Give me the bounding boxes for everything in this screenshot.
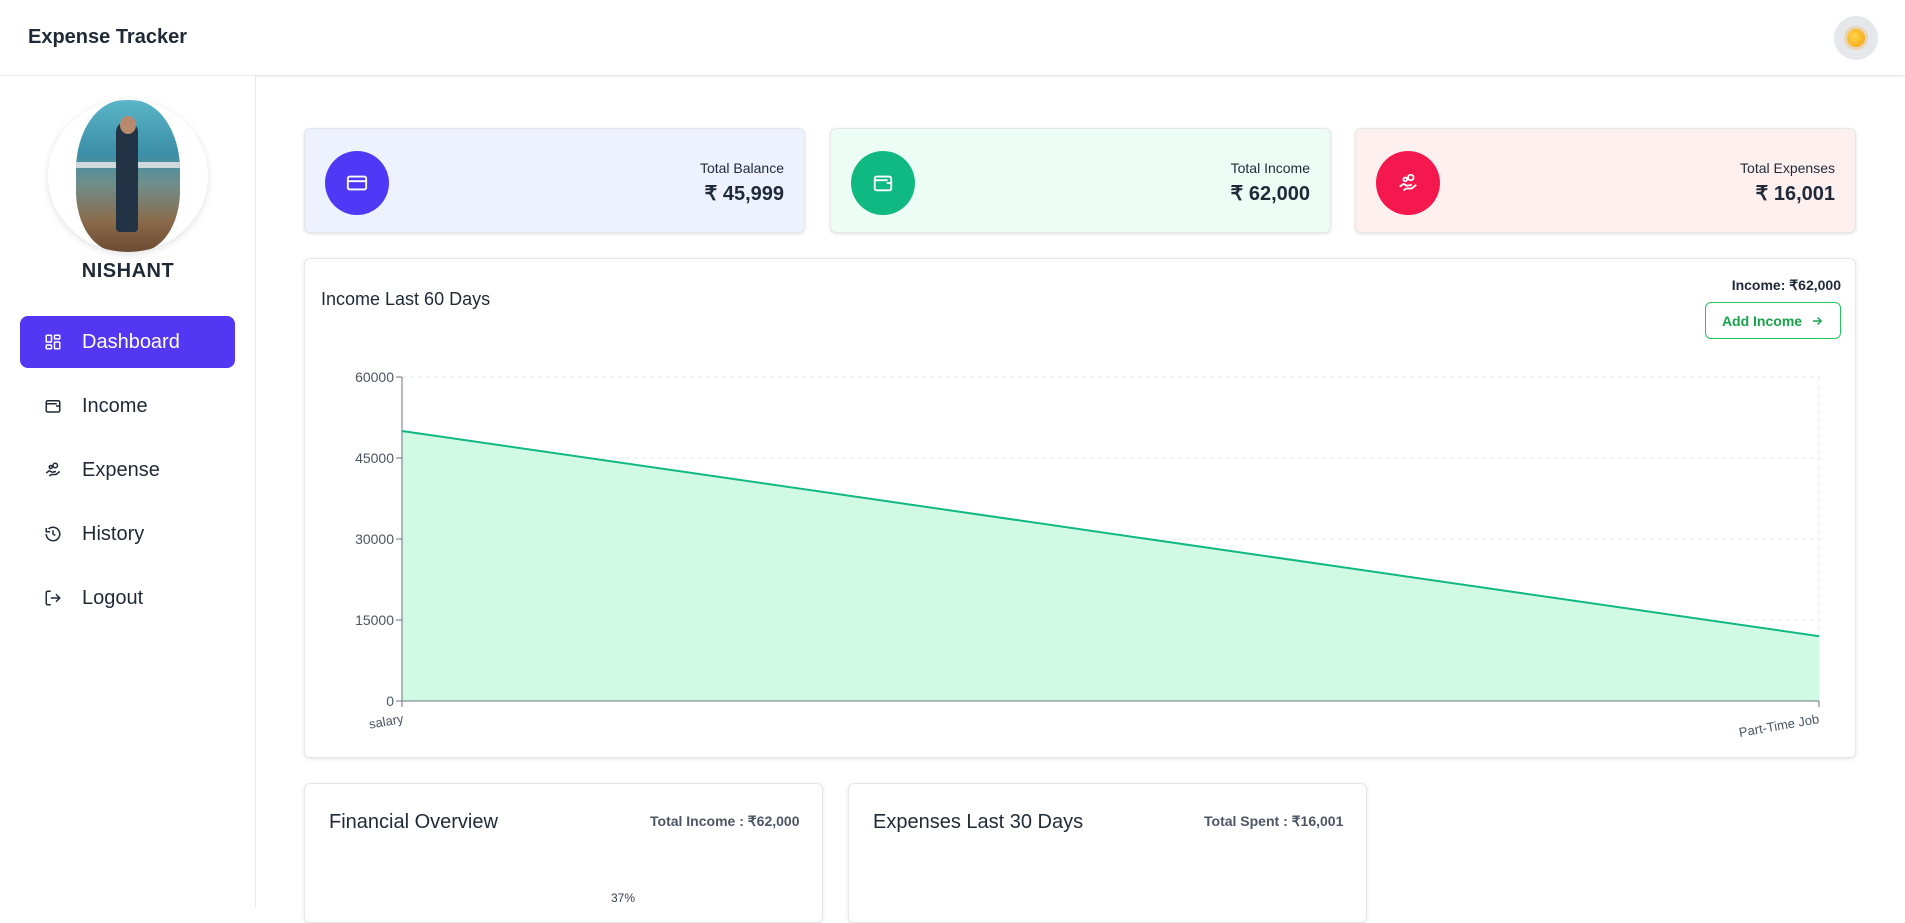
stat-value: ₹ 16,001 <box>1755 183 1835 205</box>
sidebar-item-label: History <box>82 522 145 545</box>
avatar-photo-person <box>116 122 138 232</box>
financial-overview-total: Total Income : ₹62,000 <box>650 813 800 829</box>
total-income-card: Total Income ₹ 62,000 <box>830 128 1331 233</box>
sidebar-item-expense[interactable]: Expense <box>20 444 235 496</box>
stat-icon-badge <box>325 151 389 215</box>
financial-overview-title: Financial Overview <box>329 811 498 833</box>
top-bar: Expense Tracker <box>0 0 1905 76</box>
sun-icon <box>1847 29 1865 47</box>
avatar-photo-head <box>120 116 136 134</box>
total-expenses-card: Total Expenses ₹ 16,001 <box>1355 128 1856 233</box>
sidebar-item-label: Dashboard <box>82 330 180 353</box>
income-chart-panel <box>304 258 1856 758</box>
wallet-icon <box>45 400 61 413</box>
hand-coins-icon <box>1399 173 1417 192</box>
pie-percent-label: 37% <box>611 891 636 905</box>
sidebar-item-label: Expense <box>82 458 160 481</box>
app-title: Expense Tracker <box>28 26 187 48</box>
hand-coins-icon <box>45 462 61 477</box>
dashboard-icon <box>45 334 61 350</box>
sidebar-item-logout[interactable]: Logout <box>20 572 235 624</box>
sidebar-item-label: Logout <box>82 586 144 609</box>
stat-value: ₹ 62,000 <box>1230 183 1310 205</box>
avatar-photo <box>76 100 180 252</box>
stat-icon-badge <box>1376 151 1440 215</box>
add-income-label: Add Income <box>1721 312 1803 329</box>
avatar <box>48 100 208 252</box>
sidebar-item-dashboard[interactable]: Dashboard <box>20 316 235 368</box>
sidebar-item-income[interactable]: Income <box>20 380 235 432</box>
credit-card-icon <box>346 175 368 191</box>
sidebar-item-history[interactable]: History <box>20 508 235 560</box>
sidebar: NISHANT Dashboard Income Expense History… <box>0 76 256 907</box>
stat-icon-badge <box>851 151 915 215</box>
user-name: NISHANT <box>81 260 175 282</box>
add-income-button[interactable]: Add Income <box>1705 302 1841 339</box>
history-icon <box>45 526 61 542</box>
stat-label: Total Income <box>1230 160 1310 176</box>
stat-label: Total Expenses <box>1740 160 1835 176</box>
expenses-30-title: Expenses Last 30 Days <box>873 811 1084 833</box>
arrow-right-icon <box>1812 316 1823 325</box>
logout-icon <box>45 590 61 606</box>
expenses-30-panel <box>848 783 1367 923</box>
financial-overview-panel <box>304 783 823 923</box>
income-summary: Income: ₹62,000 <box>1731 277 1841 293</box>
income-chart-title: Income Last 60 Days <box>321 289 491 309</box>
theme-toggle-button[interactable] <box>1834 16 1878 60</box>
expenses-30-total: Total Spent : ₹16,001 <box>1204 813 1344 829</box>
stat-value: ₹ 45,999 <box>704 183 784 205</box>
wallet-icon <box>873 175 893 192</box>
sidebar-item-label: Income <box>82 394 148 417</box>
total-balance-card: Total Balance ₹ 45,999 <box>304 128 805 233</box>
stat-label: Total Balance <box>699 160 784 176</box>
